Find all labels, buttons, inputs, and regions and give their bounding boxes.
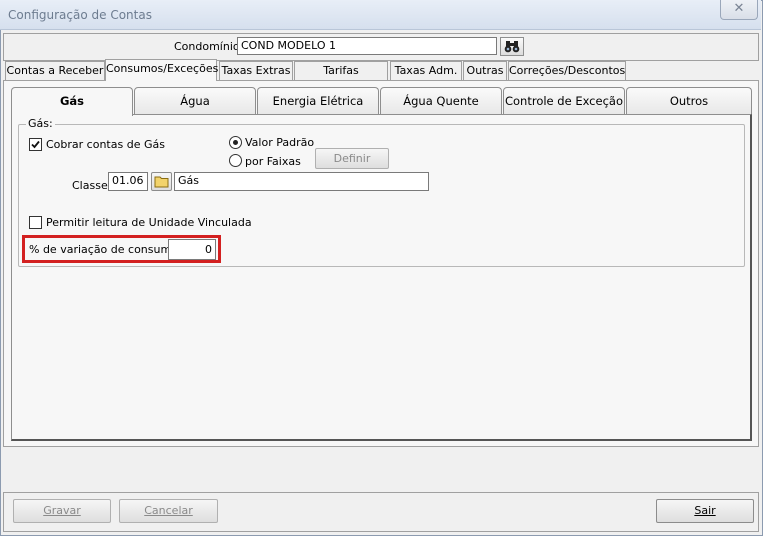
permitir-leitura-label: Permitir leitura de Unidade Vinculada <box>46 216 252 229</box>
condominio-input[interactable]: COND MODELO 1 <box>237 37 497 55</box>
sair-button[interactable]: Sair <box>656 499 754 523</box>
valor-padrao-radio[interactable] <box>229 136 242 149</box>
classe-folder-button[interactable] <box>151 172 172 191</box>
cobrar-contas-checkbox[interactable] <box>29 138 42 151</box>
condominio-label: Condomínio: <box>174 40 244 53</box>
tab-taxas-adm[interactable]: Taxas Adm. <box>390 61 462 80</box>
footer-panel <box>3 492 759 532</box>
variacao-consumo-input[interactable]: 0 <box>168 239 216 260</box>
tab-contas-a-receber[interactable]: Contas a Receber <box>5 61 105 80</box>
search-button[interactable] <box>500 37 524 56</box>
tab-agua-quente[interactable]: Água Quente <box>380 87 502 114</box>
tab-consumos-excecoes[interactable]: Consumos/Exceções <box>105 59 218 81</box>
variacao-consumo-label: % de variação de consumo <box>29 243 178 256</box>
folder-icon <box>154 176 169 188</box>
window-title: Configuração de Contas <box>8 8 152 22</box>
tab-tarifas-bancarias[interactable]: Tarifas Bancárias <box>294 61 388 94</box>
tab-controle-de-excecao[interactable]: Controle de Exceção <box>503 87 625 114</box>
cobrar-contas-label: Cobrar contas de Gás <box>46 138 165 151</box>
close-icon: ✕ <box>733 1 745 16</box>
tab-outros[interactable]: Outros <box>626 87 752 114</box>
por-faixas-radio[interactable] <box>229 154 242 167</box>
permitir-leitura-checkbox[interactable] <box>29 216 42 229</box>
valor-padrao-label: Valor Padrão <box>245 136 315 149</box>
tab-energia-eletrica[interactable]: Energia Elétrica <box>257 87 379 114</box>
por-faixas-label: por Faixas <box>245 155 301 168</box>
cancelar-button[interactable]: Cancelar <box>119 499 218 523</box>
tab-correcoes-descontos[interactable]: Correções/Descontos <box>508 61 626 80</box>
radio-selected-dot <box>233 140 238 145</box>
classe-name-input[interactable]: Gás <box>174 172 429 191</box>
classe-label: Classe: <box>72 179 112 192</box>
tab-taxas-extras[interactable]: Taxas Extras <box>219 61 293 80</box>
tab-outras[interactable]: Outras <box>463 61 507 80</box>
checkmark-icon <box>31 140 40 149</box>
binoculars-icon <box>504 41 520 53</box>
close-button[interactable]: ✕ <box>720 0 758 20</box>
classe-code-input[interactable]: 01.06 <box>108 172 148 191</box>
gravar-button[interactable]: Gravar <box>13 499 111 523</box>
gas-group-label: Gás: <box>26 117 55 130</box>
definir-faixas-button[interactable]: Definir Faixas <box>315 148 389 184</box>
tab-gas[interactable]: Gás <box>11 87 133 116</box>
tab-agua[interactable]: Água <box>134 87 256 114</box>
